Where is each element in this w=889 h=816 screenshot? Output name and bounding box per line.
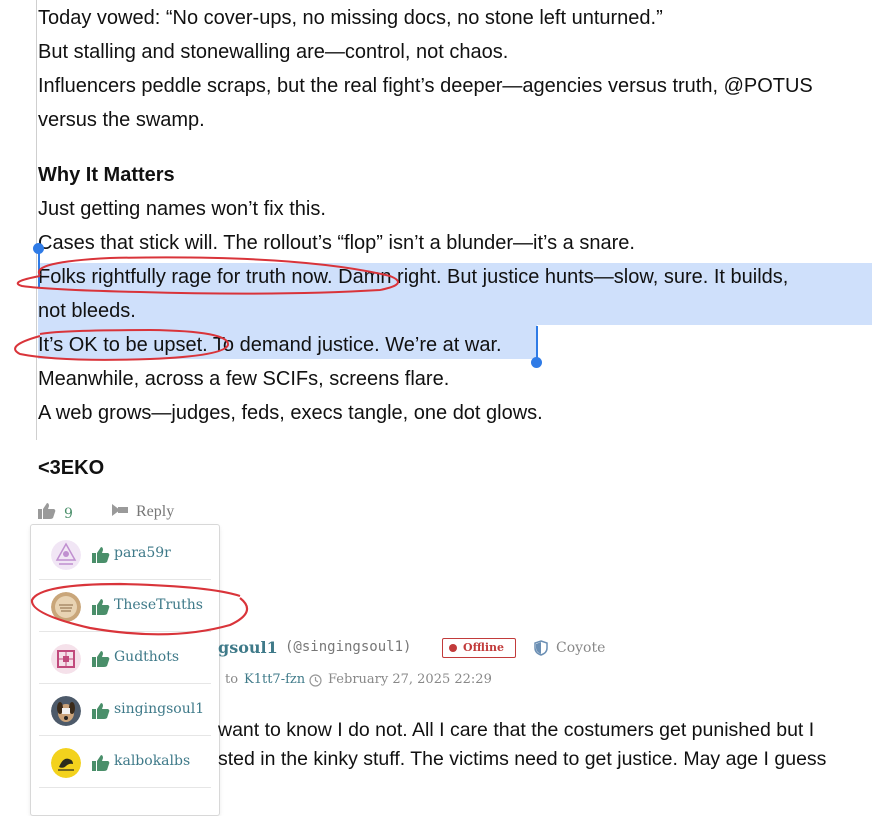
selected-line[interactable]: not bleeds. [38, 295, 136, 329]
dog-avatar-icon [51, 696, 81, 726]
section-heading: Why It Matters [38, 164, 175, 186]
shield-icon [534, 640, 548, 656]
likers-popup: para59r TheseTruths Gudthots singingsoul… [30, 524, 220, 816]
liker-item[interactable]: kalbokalbs [39, 739, 211, 788]
liker-item[interactable]: para59r [39, 531, 211, 580]
comment-timestamp[interactable]: February 27, 2025 22:29 [328, 672, 492, 687]
liker-item[interactable]: singingsoul1 [39, 687, 211, 736]
selection-start-handle[interactable] [33, 243, 44, 254]
post-line: But stalling and stonewalling are—contro… [38, 41, 509, 63]
thumbs-up-icon [92, 703, 110, 719]
seal-avatar-icon [51, 592, 81, 622]
thumbs-up-icon [92, 651, 110, 667]
post-signature: <3EKO [38, 457, 105, 479]
thumbs-up-icon [92, 755, 110, 771]
liker-item[interactable]: Gudthots [39, 635, 211, 684]
reply-to-user-link[interactable]: K1tt7-fzn [244, 672, 305, 687]
like-count[interactable]: 9 [64, 506, 73, 522]
selected-line[interactable]: It’s OK to be upset. To demand justice. … [38, 329, 502, 363]
thumbs-up-icon [92, 547, 110, 563]
pink-pattern-avatar-icon [51, 644, 81, 674]
thumbs-up-icon [92, 599, 110, 615]
post-line: versus the swamp. [38, 109, 205, 131]
comment-line: sted in the kinky stuff. The victims nee… [218, 748, 827, 770]
post-line: Influencers peddle scraps, but the real … [38, 75, 813, 97]
liker-username[interactable]: Gudthots [114, 649, 179, 665]
thumbs-up-icon[interactable] [38, 503, 56, 519]
post-left-rule [36, 0, 37, 440]
liker-username[interactable]: para59r [114, 545, 171, 561]
liker-username[interactable]: singingsoul1 [114, 701, 204, 717]
post-line: Today vowed: “No cover-ups, no missing d… [38, 7, 663, 29]
post-line: Just getting names won’t fix this. [38, 198, 326, 220]
selection-end-handle[interactable] [531, 357, 542, 368]
liker-item[interactable]: TheseTruths [39, 583, 211, 632]
reply-button[interactable]: Reply [110, 503, 174, 521]
post-line: Meanwhile, across a few SCIFs, screens f… [38, 368, 450, 390]
liker-username[interactable]: TheseTruths [114, 597, 203, 613]
reply-to-prefix: to [225, 672, 239, 687]
comment-handle: (@singingsoul1) [285, 639, 412, 655]
selection-start-bar [38, 248, 40, 288]
clock-icon [309, 674, 322, 687]
status-dot-icon [449, 644, 457, 652]
reply-label: Reply [136, 503, 175, 520]
reply-arrow-icon [112, 504, 128, 516]
rank-badge-label: Coyote [556, 640, 606, 656]
yellow-flag-avatar-icon [51, 748, 81, 778]
liker-username[interactable]: kalbokalbs [114, 753, 190, 769]
status-label: Offline [463, 641, 505, 654]
selected-line[interactable]: Folks rightfully rage for truth now. Dam… [38, 261, 788, 295]
purple-pattern-avatar-icon [51, 540, 81, 570]
post-line: Cases that stick will. The rollout’s “fl… [38, 232, 635, 254]
comment-author[interactable]: gsoul1 [218, 638, 278, 657]
post-line: A web grows—judges, feds, execs tangle, … [38, 402, 543, 424]
offline-status-badge: Offline [442, 638, 516, 658]
